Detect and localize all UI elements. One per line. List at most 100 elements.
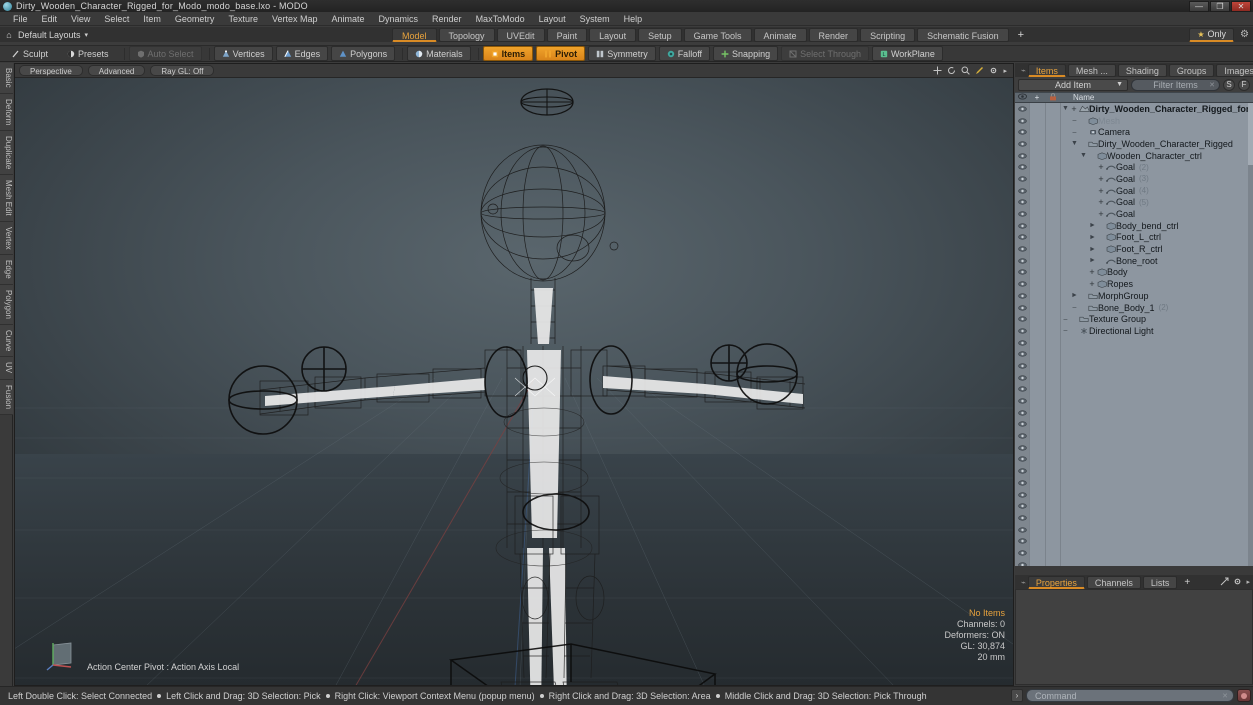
visibility-toggle-icon[interactable] xyxy=(1015,232,1029,244)
visibility-toggle-icon[interactable] xyxy=(1015,489,1029,501)
mode-button-falloff[interactable]: Falloff xyxy=(658,46,711,61)
menu-item-geometry[interactable]: Geometry xyxy=(168,12,222,26)
left-tool-tab-mesh-edit[interactable]: Mesh Edit xyxy=(0,175,13,222)
menu-item-texture[interactable]: Texture xyxy=(221,12,265,26)
visibility-toggle-icon[interactable] xyxy=(1015,103,1029,115)
menu-item-select[interactable]: Select xyxy=(97,12,136,26)
tree-twisty-icon[interactable]: – xyxy=(1070,129,1079,136)
tree-item-morphgroup[interactable]: ► MorphGroup xyxy=(1061,290,1253,302)
visibility-toggle-icon[interactable] xyxy=(1015,290,1029,302)
left-tool-tab-curve[interactable]: Curve xyxy=(0,325,13,358)
layout-tab-paint[interactable]: Paint xyxy=(546,27,588,42)
visibility-toggle-icon[interactable] xyxy=(1015,173,1029,185)
filter-f-button[interactable]: F xyxy=(1238,78,1250,91)
layout-tab-topology[interactable]: Topology xyxy=(438,27,495,42)
layout-tab-schematic-fusion[interactable]: Schematic Fusion xyxy=(917,27,1009,42)
layout-tab-render[interactable]: Render xyxy=(808,27,859,42)
layouts-caret-icon[interactable]: ▾ xyxy=(85,31,89,39)
properties-tab-properties[interactable]: Properties xyxy=(1027,575,1085,589)
visibility-toggle-icon[interactable] xyxy=(1015,337,1029,349)
menu-item-file[interactable]: File xyxy=(6,12,35,26)
left-tool-tab-fusion[interactable]: Fusion xyxy=(0,379,13,415)
visibility-toggle-icon[interactable] xyxy=(1015,360,1029,372)
record-icon[interactable] xyxy=(1237,689,1251,702)
default-layouts-label[interactable]: Default Layouts xyxy=(18,30,81,40)
menu-item-help[interactable]: Help xyxy=(617,12,650,26)
tree-item-camera[interactable]: – Camera xyxy=(1061,126,1253,138)
visibility-toggle-icon[interactable] xyxy=(1015,325,1029,337)
minimize-button[interactable]: — xyxy=(1189,0,1209,12)
visibility-toggle-icon[interactable] xyxy=(1015,419,1029,431)
tree-item-dirty-wooden-character-rigged-for[interactable]: ▼ + Dirty_Wooden_Character_Rigged_for... xyxy=(1061,103,1253,115)
tree-item-body[interactable]: + Body xyxy=(1061,267,1253,279)
visibility-toggle-icon[interactable] xyxy=(1015,302,1029,314)
items-tree[interactable]: ▼ + Dirty_Wooden_Character_Rigged_for... – M… xyxy=(1015,103,1253,566)
tree-item-bone-body-1[interactable]: – Bone_Body_1 (2) xyxy=(1061,302,1253,314)
rotate-icon[interactable] xyxy=(947,66,956,75)
tree-expand-icon[interactable]: + xyxy=(1097,186,1105,196)
visibility-toggle-icon[interactable] xyxy=(1015,477,1029,489)
tree-twisty-icon[interactable]: – xyxy=(1070,304,1079,311)
items-panel-tab-mesh[interactable]: Mesh ... xyxy=(1067,63,1116,77)
expand-icon[interactable] xyxy=(1220,577,1229,588)
mode-button-workplane[interactable]: L WorkPlane xyxy=(871,46,943,61)
tree-twisty-icon[interactable]: ▼ xyxy=(1070,140,1079,147)
menu-item-dynamics[interactable]: Dynamics xyxy=(372,12,426,26)
mode-button-symmetry[interactable]: Symmetry xyxy=(588,46,656,61)
gear-icon[interactable] xyxy=(1233,577,1242,588)
visibility-toggle-icon[interactable] xyxy=(1015,115,1029,127)
items-tree-scrollbar[interactable] xyxy=(1248,103,1253,566)
chevron-right-icon[interactable]: ▸ xyxy=(1003,67,1007,75)
items-panel-tab-groups[interactable]: Groups xyxy=(1168,63,1215,77)
tree-twisty-icon[interactable]: – xyxy=(1061,316,1070,323)
gear-icon[interactable]: ⚙ xyxy=(1240,29,1249,40)
tree-item-dirty-wooden-character-rigged[interactable]: ▼ Dirty_Wooden_Character_Rigged xyxy=(1061,138,1253,150)
mode-button-sculpt[interactable]: Sculpt xyxy=(4,46,56,61)
viewport-view-mode-button[interactable]: Perspective xyxy=(19,65,83,76)
paint-icon[interactable] xyxy=(975,66,984,75)
visibility-toggle-icon[interactable] xyxy=(1015,512,1029,524)
3d-viewport[interactable]: Perspective Advanced Ray GL: Off ▸ No It… xyxy=(14,63,1014,686)
clear-command-icon[interactable]: ✕ xyxy=(1222,692,1228,700)
visibility-toggle-icon[interactable] xyxy=(1015,313,1029,325)
tree-item-bone-root[interactable]: ► Bone_root xyxy=(1061,255,1253,267)
axis-gizmo[interactable] xyxy=(45,637,79,671)
visibility-toggle-icon[interactable] xyxy=(1015,559,1029,566)
chevron-right-icon[interactable]: ▸ xyxy=(1246,578,1250,586)
visibility-toggle-icon[interactable] xyxy=(1015,138,1029,150)
tree-expand-icon[interactable]: + xyxy=(1097,162,1105,172)
visibility-toggle-icon[interactable] xyxy=(1015,465,1029,477)
visibility-toggle-icon[interactable] xyxy=(1015,454,1029,466)
layout-home-icon[interactable]: ⌂ xyxy=(0,30,18,40)
menu-item-vertex-map[interactable]: Vertex Map xyxy=(265,12,325,26)
tree-item-mesh[interactable]: – Mesh xyxy=(1061,115,1253,127)
items-panel-tab-shading[interactable]: Shading xyxy=(1117,63,1167,77)
menu-item-edit[interactable]: Edit xyxy=(35,12,65,26)
column-lock-icon[interactable] xyxy=(1045,92,1061,103)
visibility-toggle-icon[interactable] xyxy=(1015,384,1029,396)
layout-tab-scripting[interactable]: Scripting xyxy=(860,27,916,42)
column-name-header[interactable]: Name xyxy=(1061,93,1094,102)
visibility-toggle-icon[interactable] xyxy=(1015,407,1029,419)
tree-item-ropes[interactable]: + Ropes xyxy=(1061,278,1253,290)
only-toggle-button[interactable]: ★ Only xyxy=(1189,27,1235,42)
menu-item-maxtomodo[interactable]: MaxToModo xyxy=(469,12,532,26)
properties-tab-lists[interactable]: Lists xyxy=(1142,575,1178,589)
visibility-toggle-icon[interactable] xyxy=(1015,535,1029,547)
layout-tab-model[interactable]: Model xyxy=(392,27,437,42)
mode-button-presets[interactable]: Presets xyxy=(59,46,117,61)
add-item-dropdown[interactable]: Add Item ▼ xyxy=(1018,78,1128,91)
visibility-toggle-icon[interactable] xyxy=(1015,524,1029,536)
visibility-toggle-icon[interactable] xyxy=(1015,278,1029,290)
tree-item-foot-l-ctrl[interactable]: ► Foot_L_ctrl xyxy=(1061,232,1253,244)
add-layout-tab-button[interactable]: + xyxy=(1011,29,1031,41)
column-visibility-icon[interactable] xyxy=(1015,93,1029,102)
command-input[interactable]: Command ✕ xyxy=(1026,689,1234,702)
layout-tab-game-tools[interactable]: Game Tools xyxy=(683,27,752,42)
zoom-icon[interactable] xyxy=(961,66,971,75)
layout-tab-layout[interactable]: Layout xyxy=(589,27,637,42)
layout-tab-uvedit[interactable]: UVEdit xyxy=(496,27,545,42)
mode-button-vertices[interactable]: Vertices xyxy=(213,46,273,61)
menu-item-item[interactable]: Item xyxy=(136,12,168,26)
mode-button-items[interactable]: Items xyxy=(482,46,534,61)
